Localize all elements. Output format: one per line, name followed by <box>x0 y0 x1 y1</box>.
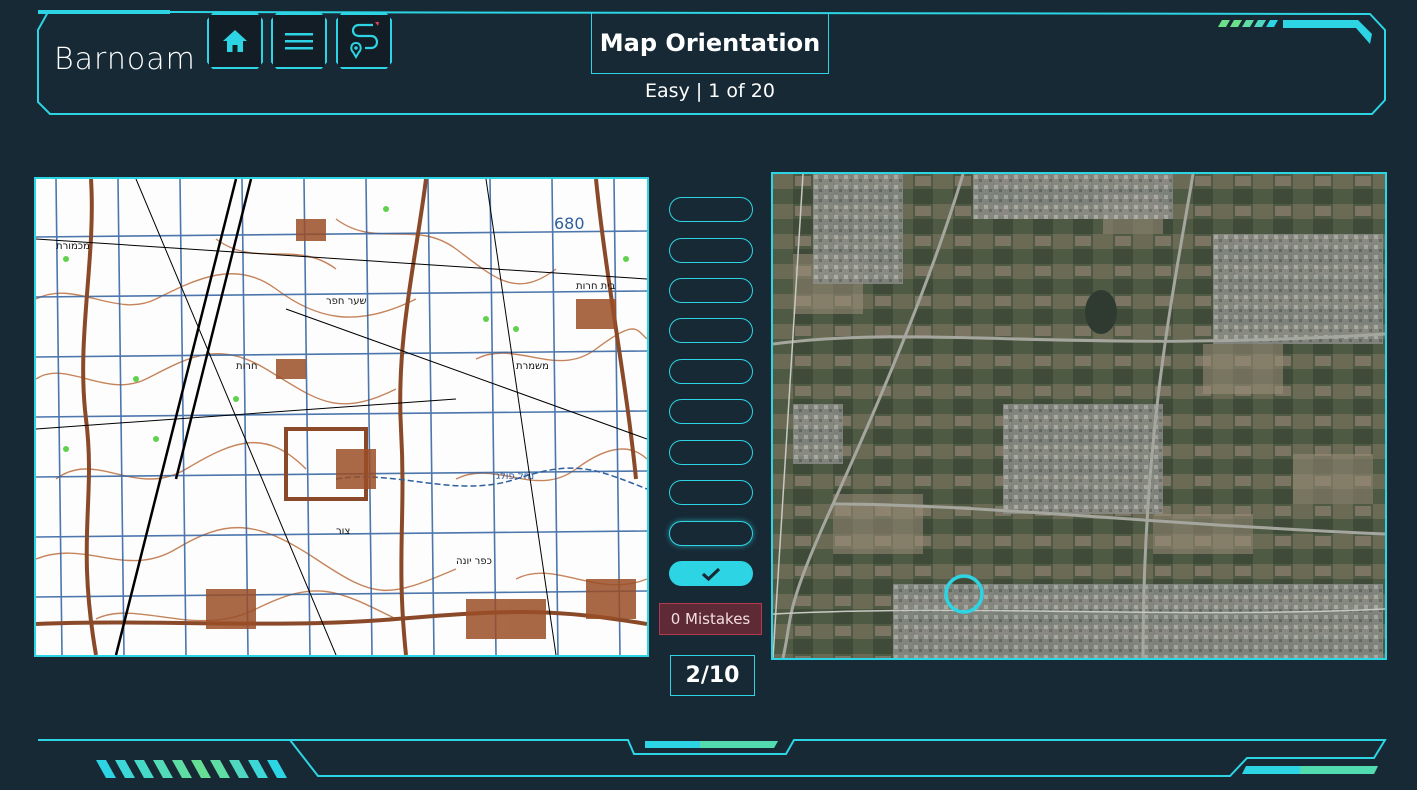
place-label: מכמורת <box>56 241 90 252</box>
route-pin-icon <box>350 22 379 59</box>
satellite-map[interactable] <box>771 172 1387 660</box>
progress-slot <box>669 440 753 465</box>
menu-icon <box>285 33 313 50</box>
check-icon <box>701 567 721 581</box>
satellite-imagery <box>773 174 1385 658</box>
progress-slot <box>669 399 753 424</box>
home-button[interactable] <box>207 13 263 69</box>
height-label: 680 <box>554 214 585 233</box>
progress-slot <box>669 480 753 505</box>
place-label: צור <box>336 526 350 537</box>
progress-slot <box>669 521 753 546</box>
topo-map-drawing: 680 בית חרות נחל פולג שער חפר חרות מכמור… <box>36 179 647 655</box>
level-indicator: Easy | 1 of 20 <box>645 80 775 102</box>
route-button[interactable] <box>336 13 392 69</box>
home-icon <box>223 30 247 52</box>
place-label: חרות <box>236 361 257 372</box>
topographic-map[interactable]: 680 בית חרות נחל פולג שער חפר חרות מכמור… <box>34 177 649 657</box>
progress-slot <box>669 278 753 303</box>
progress-slot <box>669 318 753 343</box>
progress-slot <box>669 238 753 263</box>
place-label: שער חפר <box>326 296 367 307</box>
footer-frame <box>38 739 1387 778</box>
place-label: כפר יונה <box>456 556 492 567</box>
progress-slot <box>669 359 753 384</box>
place-label: נחל פולג <box>496 471 534 482</box>
place-label: בית חרות <box>576 281 615 292</box>
place-label: משמרת <box>516 361 549 372</box>
score-counter: 2/10 <box>670 655 755 696</box>
progress-slot <box>669 561 753 586</box>
app-logo: Barnoam <box>54 42 196 77</box>
mistakes-counter: 0 Mistakes <box>659 603 762 635</box>
page-title: Map Orientation <box>591 12 829 74</box>
menu-button[interactable] <box>271 13 327 69</box>
progress-slot <box>669 197 753 222</box>
